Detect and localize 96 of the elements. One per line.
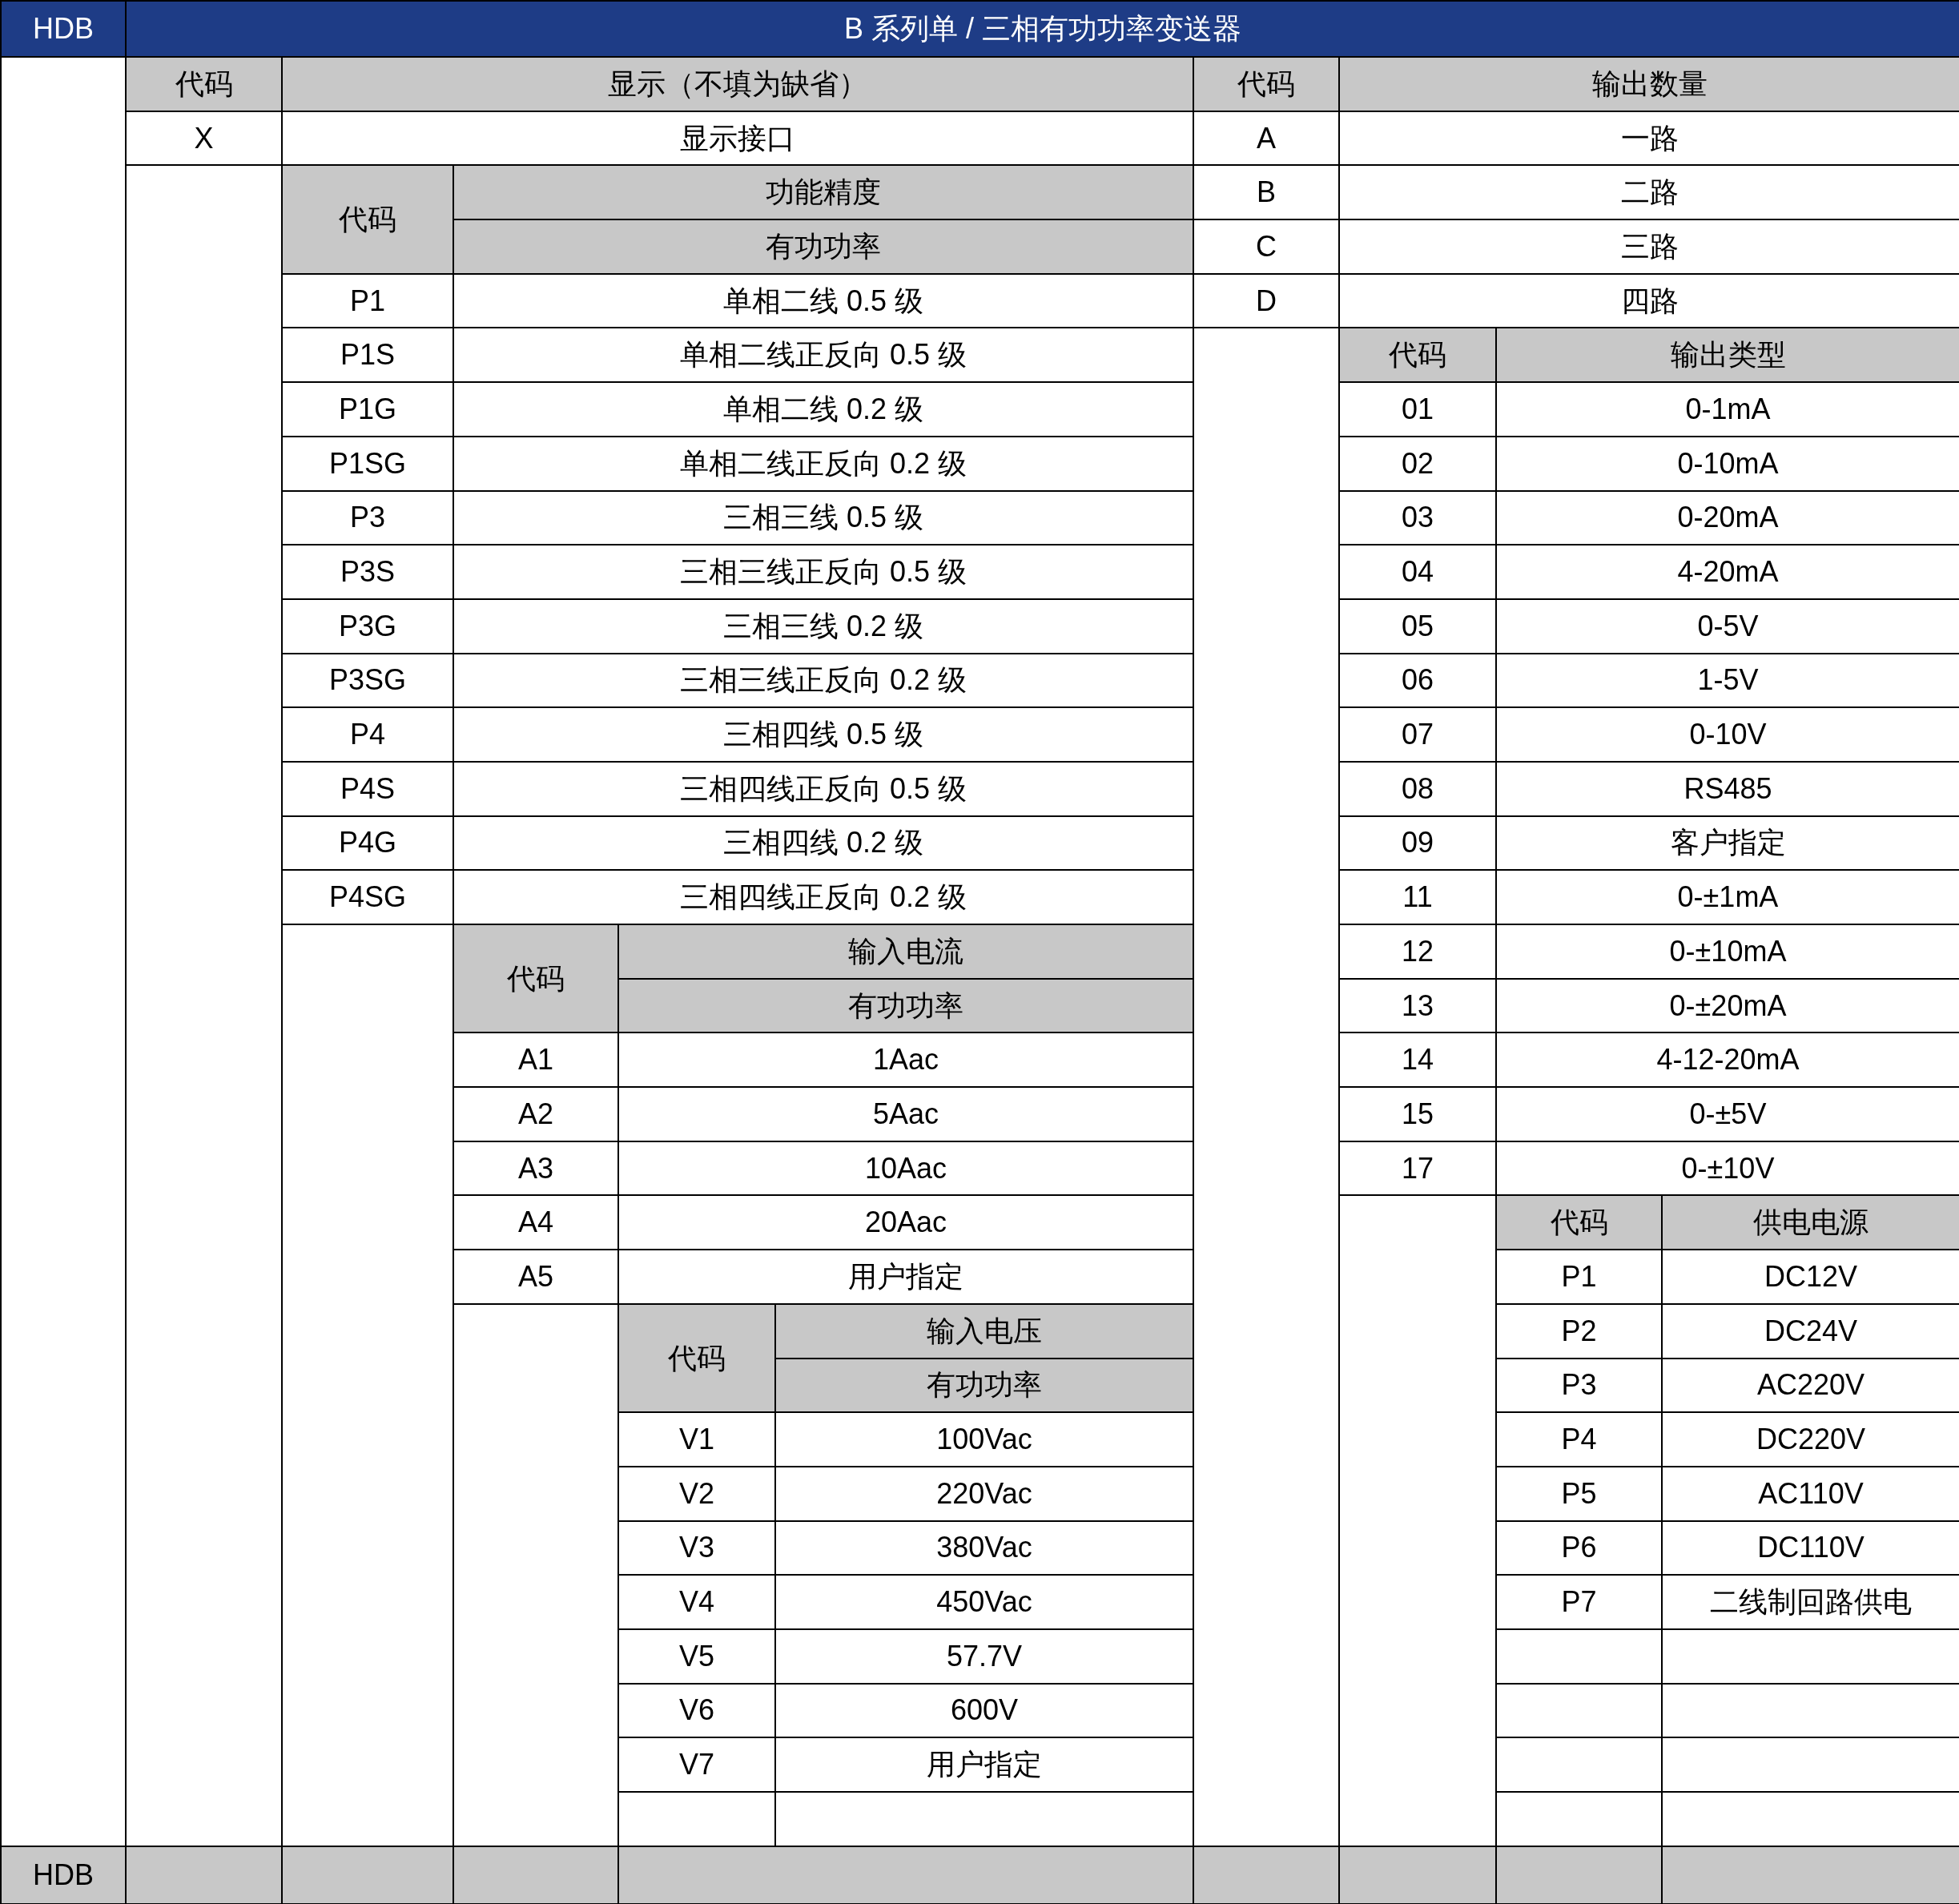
code-cell: P3G xyxy=(283,599,454,654)
code-cell: P1SG xyxy=(283,437,454,492)
table-cell: 单相二线正反向 0.2 级 xyxy=(454,437,1194,492)
code-cell: P4SG xyxy=(283,871,454,925)
column-header: 有功功率 xyxy=(776,1359,1194,1414)
code-cell: 12 xyxy=(1340,925,1497,980)
table-cell: 单相二线 0.2 级 xyxy=(454,383,1194,437)
code-cell: V5 xyxy=(619,1629,776,1685)
code-cell: P1 xyxy=(1497,1250,1663,1305)
column-header: 代码 xyxy=(454,925,619,1034)
code-cell: C xyxy=(1194,220,1340,275)
table-cell: 57.7V xyxy=(776,1629,1194,1685)
code-cell: 03 xyxy=(1340,491,1497,546)
column-header: 输入电流 xyxy=(619,925,1194,980)
table-cell: 100Vac xyxy=(776,1413,1194,1467)
table-cell: 380Vac xyxy=(776,1521,1194,1576)
code-cell: 09 xyxy=(1340,816,1497,871)
code-cell: V6 xyxy=(619,1684,776,1739)
code-cell: P3S xyxy=(283,545,454,600)
code-cell: P1G xyxy=(283,383,454,437)
column-header: 供电电源 xyxy=(1663,1196,1959,1251)
column-header: 代码 xyxy=(283,166,454,275)
table-cell: 600V xyxy=(776,1684,1194,1739)
code-cell: 06 xyxy=(1340,654,1497,709)
table-cell: 5Aac xyxy=(619,1088,1194,1142)
code-cell: V4 xyxy=(619,1576,776,1630)
code-cell: V3 xyxy=(619,1521,776,1576)
column-header: 代码 xyxy=(1340,328,1497,384)
column-header: 输出类型 xyxy=(1497,328,1959,384)
code-cell: P4G xyxy=(283,816,454,871)
column-header: 有功功率 xyxy=(619,979,1194,1034)
column-header: 代码 xyxy=(619,1304,776,1414)
table-title: B 系列单 / 三相有功功率变送器 xyxy=(127,2,1959,58)
table-cell: 450Vac xyxy=(776,1576,1194,1630)
code-cell: 17 xyxy=(1340,1141,1497,1197)
table-cell: 1Aac xyxy=(619,1033,1194,1089)
table-cell: 三相三线正反向 0.5 级 xyxy=(454,545,1194,600)
code-cell: 04 xyxy=(1340,545,1497,600)
code-cell: A4 xyxy=(454,1196,619,1251)
table-cell: 三相四线正反向 0.5 级 xyxy=(454,762,1194,817)
table-cell: 三相三线 0.5 级 xyxy=(454,491,1194,546)
code-cell: P1 xyxy=(283,274,454,329)
table-cell: 三相四线 0.5 级 xyxy=(454,708,1194,763)
table-cell: 10Aac xyxy=(619,1141,1194,1197)
code-cell: P4S xyxy=(283,762,454,817)
column-header: 有功功率 xyxy=(454,220,1194,275)
column-header: 输入电压 xyxy=(776,1304,1194,1359)
code-cell: X xyxy=(127,111,283,167)
table-cell: 三相三线 0.2 级 xyxy=(454,599,1194,654)
code-cell: A5 xyxy=(454,1250,619,1305)
code-cell: B xyxy=(1194,166,1340,221)
table-cell: 用户指定 xyxy=(619,1250,1194,1305)
code-cell: 02 xyxy=(1340,437,1497,492)
table-cell: 三相四线正反向 0.2 级 xyxy=(454,871,1194,925)
column-header: 显示（不填为缺省） xyxy=(283,58,1194,112)
code-cell: P6 xyxy=(1497,1521,1663,1576)
column-header: 功能精度 xyxy=(454,166,1194,221)
code-cell: 01 xyxy=(1340,383,1497,437)
table-cell: 三相三线正反向 0.2 级 xyxy=(454,654,1194,709)
table-cell: 三相四线 0.2 级 xyxy=(454,816,1194,871)
brand-label: HDB xyxy=(2,1846,127,1904)
code-cell: A2 xyxy=(454,1088,619,1142)
table-cell: 单相二线 0.5 级 xyxy=(454,274,1194,329)
column-header: 输出数量 xyxy=(1340,58,1959,112)
code-cell: P7 xyxy=(1497,1576,1663,1630)
code-cell: 11 xyxy=(1340,871,1497,925)
code-cell: D xyxy=(1194,274,1340,329)
code-cell: 14 xyxy=(1340,1033,1497,1089)
code-cell: V7 xyxy=(619,1738,776,1793)
code-cell: 15 xyxy=(1340,1088,1497,1142)
code-cell: P4 xyxy=(283,708,454,763)
code-cell: A3 xyxy=(454,1141,619,1197)
table-cell: 显示接口 xyxy=(283,111,1194,167)
code-cell: P4 xyxy=(1497,1413,1663,1467)
table-cell: 220Vac xyxy=(776,1467,1194,1522)
code-cell: 07 xyxy=(1340,708,1497,763)
code-cell: 13 xyxy=(1340,979,1497,1034)
code-cell: 05 xyxy=(1340,599,1497,654)
table-cell: 20Aac xyxy=(619,1196,1194,1251)
table-cell: 用户指定 xyxy=(776,1738,1194,1793)
code-cell: A xyxy=(1194,111,1340,167)
brand-label: HDB xyxy=(2,2,127,58)
code-cell: P5 xyxy=(1497,1467,1663,1522)
code-cell: A1 xyxy=(454,1033,619,1089)
code-cell: V1 xyxy=(619,1413,776,1467)
code-cell: P3 xyxy=(283,491,454,546)
table-cell: 单相二线正反向 0.5 级 xyxy=(454,328,1194,384)
column-header: 代码 xyxy=(1194,58,1340,112)
code-cell: 08 xyxy=(1340,762,1497,817)
code-cell: P3 xyxy=(1497,1359,1663,1414)
code-cell: P3SG xyxy=(283,654,454,709)
column-header: 代码 xyxy=(127,58,283,112)
code-cell: V2 xyxy=(619,1467,776,1522)
column-header: 代码 xyxy=(1497,1196,1663,1251)
code-cell: P1S xyxy=(283,328,454,384)
code-cell: P2 xyxy=(1497,1304,1663,1359)
